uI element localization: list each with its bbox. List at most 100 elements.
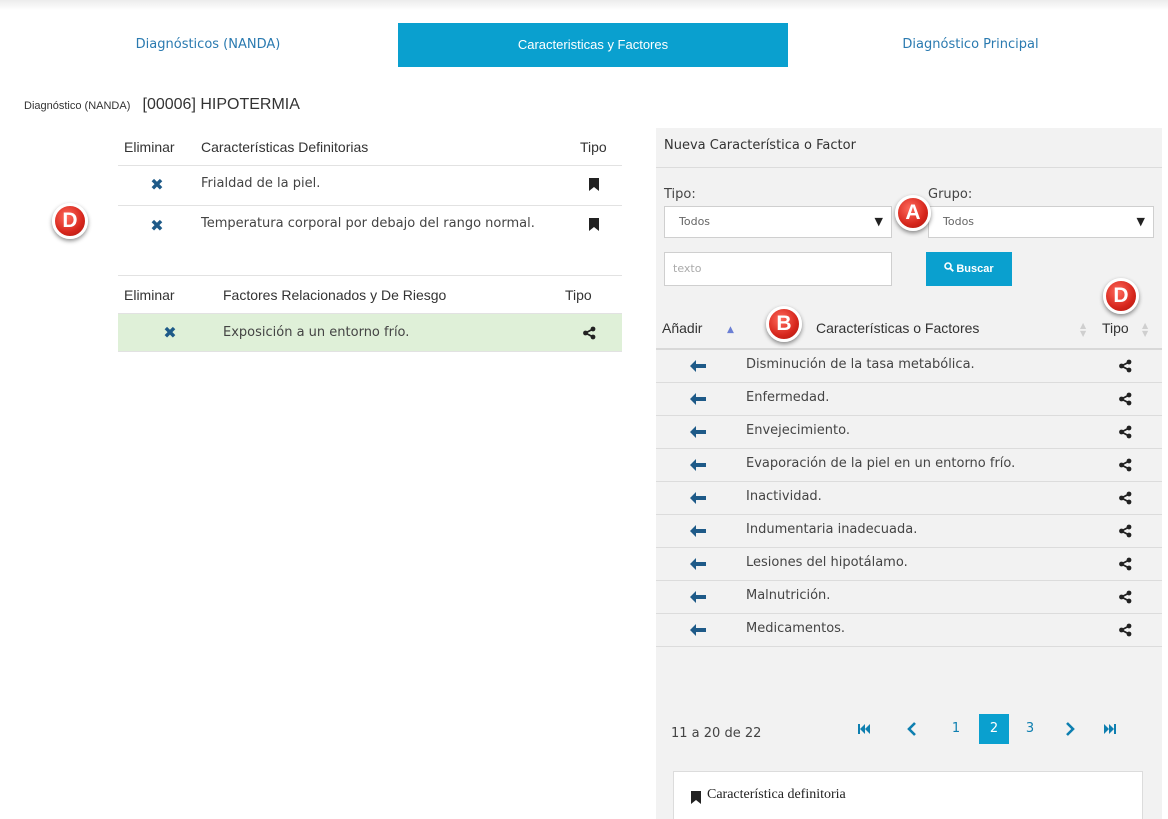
row-text: Indumentaria inadecuada. <box>746 522 918 537</box>
list-item: Lesiones del hipotálamo. <box>656 548 1162 581</box>
search-input[interactable]: texto <box>664 252 892 286</box>
row-text: Lesiones del hipotálamo. <box>746 555 908 570</box>
legend-box: Característica definitoria <box>673 771 1143 819</box>
prev-page-icon[interactable] <box>906 714 926 744</box>
grupo-select[interactable]: Todos ▼ <box>928 206 1154 238</box>
row-text: Exposición a un entorno frío. <box>223 325 410 340</box>
bookmark-icon <box>691 791 701 804</box>
row-text: Frialdad de la piel. <box>201 176 321 191</box>
row-text: Temperatura corporal por debajo del rang… <box>201 216 535 231</box>
table-header: Eliminar Características Definitorias Ti… <box>118 128 622 166</box>
list-item: Envejecimiento. <box>656 416 1162 449</box>
row-text: Envejecimiento. <box>746 423 850 438</box>
add-arrow-icon[interactable] <box>690 492 706 504</box>
remove-icon[interactable]: ✖ <box>160 325 180 341</box>
next-page-icon[interactable] <box>1064 714 1084 744</box>
add-arrow-icon[interactable] <box>690 393 706 405</box>
col-caracteristicas-factores[interactable]: Características o Factores <box>816 320 979 336</box>
list-item: Evaporación de la piel en un entorno frí… <box>656 449 1162 482</box>
tab-caracteristicas-factores[interactable]: Caracteristicas y Factores <box>398 23 788 67</box>
grupo-select-value: Todos <box>943 215 975 228</box>
add-arrow-icon[interactable] <box>690 591 706 603</box>
remove-icon[interactable]: ✖ <box>147 218 167 234</box>
share-icon <box>1118 491 1132 505</box>
row-text: Malnutrición. <box>746 588 831 603</box>
col-tipo[interactable]: Tipo <box>1102 320 1129 336</box>
col-anadir[interactable]: Añadir <box>662 320 702 336</box>
tipo-select-value: Todos <box>679 215 711 228</box>
col-caracteristicas: Características Definitorias <box>201 139 369 155</box>
share-icon <box>1118 590 1132 604</box>
table-header: Añadir ▲ Características o Factores ▲ ▼ T… <box>656 308 1162 350</box>
add-arrow-icon[interactable] <box>690 426 706 438</box>
annotation-badge-d: D <box>52 203 88 239</box>
tab-diagnosticos[interactable]: Diagnósticos (NANDA) <box>18 23 398 67</box>
list-item: Malnutrición. <box>656 581 1162 614</box>
top-shadow <box>0 0 1168 10</box>
page-3[interactable]: 3 <box>1018 714 1042 744</box>
legend-text: Característica definitoria <box>707 787 846 802</box>
list-item: Disminución de la tasa metabólica. <box>656 350 1162 383</box>
pagination-info: 11 a 20 de 22 <box>671 726 762 741</box>
bookmark-icon <box>589 218 599 231</box>
search-icon <box>944 252 955 286</box>
tab-bar: Diagnósticos (NANDA) Caracteristicas y F… <box>18 23 1153 67</box>
diagnosis-header: Diagnóstico (NANDA) [00006] HIPOTERMIA <box>24 96 300 116</box>
remove-icon[interactable]: ✖ <box>147 177 167 193</box>
last-page-icon[interactable] <box>1102 714 1126 744</box>
share-icon <box>1118 425 1132 439</box>
share-icon <box>1118 623 1132 637</box>
row-text: Enfermedad. <box>746 390 830 405</box>
page-1[interactable]: 1 <box>944 714 968 744</box>
col-eliminar: Eliminar <box>124 287 175 303</box>
add-arrow-icon[interactable] <box>690 624 706 636</box>
list-item: Indumentaria inadecuada. <box>656 515 1162 548</box>
search-button-label: Buscar <box>956 263 994 275</box>
share-icon <box>1118 557 1132 571</box>
share-icon <box>582 326 596 340</box>
grupo-label: Grupo: <box>928 187 973 202</box>
new-characteristic-panel: Nueva Característica o Factor Tipo: Todo… <box>656 128 1162 819</box>
table-header: Eliminar Factores Relacionados y De Ries… <box>118 276 622 314</box>
col-tipo: Tipo <box>565 287 592 303</box>
share-icon <box>1118 359 1132 373</box>
defining-characteristics-table: Eliminar Características Definitorias Ti… <box>118 128 622 276</box>
diagnosis-label: Diagnóstico (NANDA) <box>24 100 131 112</box>
first-page-icon[interactable] <box>856 714 880 744</box>
share-icon <box>1118 458 1132 472</box>
annotation-badge-b: B <box>766 306 802 342</box>
share-icon <box>1118 392 1132 406</box>
page-2-current[interactable]: 2 <box>979 714 1009 744</box>
tipo-select[interactable]: Todos ▼ <box>664 206 892 238</box>
sort-both-icon[interactable]: ▲ ▼ <box>1080 322 1086 338</box>
col-tipo: Tipo <box>580 139 607 155</box>
sort-asc-icon[interactable]: ▲ <box>727 326 734 335</box>
tab-diagnostico-principal[interactable]: Diagnóstico Principal <box>788 23 1153 67</box>
caret-down-icon: ▼ <box>874 215 883 228</box>
search-button[interactable]: Buscar <box>926 252 1012 286</box>
row-text: Medicamentos. <box>746 621 846 636</box>
table-row: ✖ Frialdad de la piel. <box>118 166 622 206</box>
annotation-badge-a: A <box>895 195 931 231</box>
tipo-label: Tipo: <box>664 187 696 202</box>
search-placeholder: texto <box>673 262 702 275</box>
row-text: Inactividad. <box>746 489 822 504</box>
add-arrow-icon[interactable] <box>690 525 706 537</box>
panel-title: Nueva Característica o Factor <box>664 138 856 153</box>
row-text: Disminución de la tasa metabólica. <box>746 357 975 372</box>
divider <box>656 167 1162 168</box>
bookmark-icon <box>589 178 599 191</box>
diagnosis-value: [00006] HIPOTERMIA <box>142 96 300 113</box>
sort-both-icon[interactable]: ▲ ▼ <box>1142 322 1148 338</box>
table-row: ✖ Exposición a un entorno frío. <box>118 314 622 352</box>
add-arrow-icon[interactable] <box>690 558 706 570</box>
add-arrow-icon[interactable] <box>690 360 706 372</box>
list-item: Enfermedad. <box>656 383 1162 416</box>
add-arrow-icon[interactable] <box>690 459 706 471</box>
caret-down-icon: ▼ <box>1136 215 1145 228</box>
row-text: Evaporación de la piel en un entorno frí… <box>746 456 1016 471</box>
col-eliminar: Eliminar <box>124 139 175 155</box>
col-factores: Factores Relacionados y De Riesgo <box>223 287 447 303</box>
list-item: Medicamentos. <box>656 614 1162 647</box>
share-icon <box>1118 524 1132 538</box>
